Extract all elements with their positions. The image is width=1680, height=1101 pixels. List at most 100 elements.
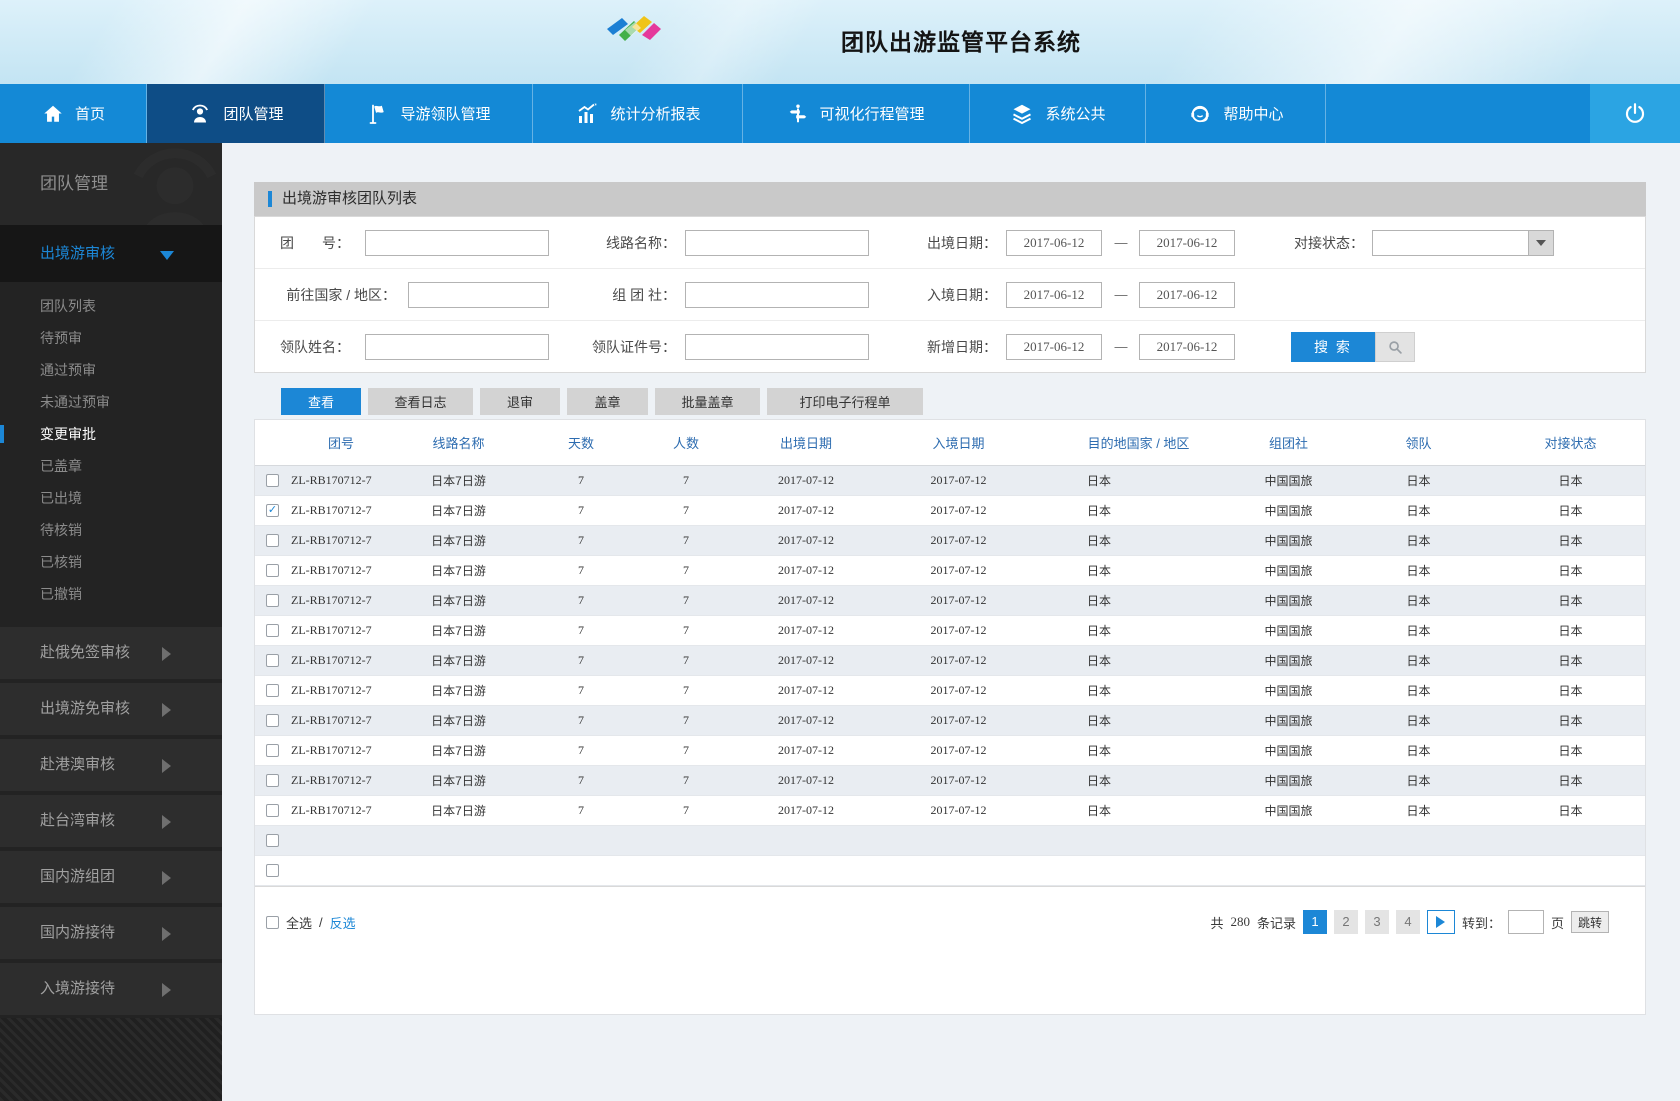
page-button[interactable]: 3 [1364,910,1389,934]
sidebar-item[interactable]: 通过预审 [0,354,222,386]
leader-name-input[interactable] [365,334,549,360]
added-date-from-input[interactable] [1006,334,1102,360]
search-button[interactable]: 搜 索 [1291,332,1375,362]
sidebar-group[interactable]: 赴港澳审核 [0,739,222,791]
sidebar-group-label: 入境游接待 [40,980,116,997]
action-button[interactable]: 查看日志 [368,388,473,415]
sidebar-group-outbound-audit[interactable]: 出境游审核 [0,225,222,282]
action-button[interactable]: 查看 [281,388,361,415]
nav-tab-flag[interactable]: 导游领队管理 [325,84,533,143]
page-button[interactable]: 2 [1333,910,1358,934]
cell: 7 [683,473,689,487]
chevron-down-icon [160,251,174,260]
row-checkbox[interactable] [266,594,279,607]
action-button[interactable]: 盖章 [567,388,648,415]
row-checkbox[interactable] [266,864,279,877]
row-checkbox[interactable] [266,804,279,817]
sidebar-item[interactable]: 团队列表 [0,290,222,322]
entry-date-from-input[interactable] [1006,282,1102,308]
sidebar-group[interactable]: 国内游接待 [0,907,222,959]
cell: 日本 [1558,774,1583,788]
sidebar-item[interactable]: 已盖章 [0,450,222,482]
table-row: ZL-RB170712-7 日本7日游 7 7 2017-07-12 2017-07-12… [255,586,1645,616]
cell: 7 [683,773,689,787]
destination-country-label: 前往国家 / 地区： [286,287,396,303]
table-row: ZL-RB170712-7 日本7日游 7 7 2017-07-12 2017-07-12… [255,466,1645,496]
depart-date-from-input[interactable] [1006,230,1102,256]
nav-tab-home[interactable]: 首页 [0,84,147,143]
page-title: 团队出游监管平台系统 [841,29,1081,55]
search-icon[interactable] [1375,332,1415,362]
sidebar-item[interactable]: 变更审批 [0,418,222,450]
nav-tab-team[interactable]: 团队管理 [147,84,325,143]
nav-tab-label: 系统公共 [1045,106,1106,123]
select-all-label[interactable]: 全选 [286,913,312,932]
row-checkbox[interactable] [266,624,279,637]
row-checkbox[interactable] [266,474,279,487]
added-date-label: 新增日期： [927,339,997,355]
destination-country-input[interactable] [408,282,549,308]
sidebar-group[interactable]: 赴台湾审核 [0,795,222,847]
sidebar-group[interactable]: 出境游免审核 [0,683,222,735]
team-icon [187,102,213,126]
cell: 7 [578,503,584,517]
row-checkbox[interactable] [266,534,279,547]
select-all-checkbox[interactable] [266,915,279,929]
entry-date-to-input[interactable] [1139,282,1235,308]
cell: 日本 [1406,744,1431,758]
route-name-input[interactable] [685,230,869,256]
nav-tab-layers[interactable]: 系统公共 [970,84,1146,143]
cell: 日本7日游 [431,534,486,548]
sidebar-item[interactable]: 已核销 [0,546,222,578]
row-checkbox-cell [255,594,291,607]
sidebar-group[interactable]: 入境游接待 [0,963,222,1015]
cell: 7 [578,713,584,727]
cell: 7 [578,773,584,787]
nav-tab-label: 可视化行程管理 [819,106,925,123]
row-checkbox-cell [255,714,291,727]
sidebar-group[interactable]: 赴俄免签审核 [0,627,222,679]
cell: 日本 [1087,474,1112,488]
sidebar-item[interactable]: 已出境 [0,482,222,514]
row-checkbox[interactable] [266,504,279,517]
row-checkbox[interactable] [266,564,279,577]
connect-status-label: 对接状态： [1294,235,1364,251]
goto-page-input[interactable] [1507,910,1544,934]
row-checkbox[interactable] [266,774,279,787]
nav-tab-label: 团队管理 [223,106,284,123]
cell: 中国国旅 [1264,654,1313,668]
nav-tab-route[interactable]: 可视化行程管理 [743,84,970,143]
row-checkbox[interactable] [266,834,279,847]
sidebar-item[interactable]: 待核销 [0,514,222,546]
action-button[interactable]: 批量盖章 [655,388,760,415]
action-button[interactable]: 退审 [480,388,560,415]
select-dropdown-button[interactable] [1528,231,1553,255]
nav-tab-chart[interactable]: 统计分析报表 [533,84,743,143]
cell: ZL-RB170712-7 [291,593,372,607]
jump-button[interactable]: 跳转 [1571,911,1609,933]
row-checkbox[interactable] [266,684,279,697]
logout-power-button[interactable] [1590,84,1680,143]
nav-tab-help[interactable]: 帮助中心 [1146,84,1326,143]
page-button[interactable]: 4 [1395,910,1420,934]
chart-icon [574,102,600,126]
row-checkbox[interactable] [266,654,279,667]
sidebar-item[interactable]: 待预审 [0,322,222,354]
connect-status-select[interactable] [1372,230,1554,256]
page-button[interactable]: 1 [1302,910,1327,934]
team-no-input[interactable] [365,230,549,256]
added-date-to-input[interactable] [1139,334,1235,360]
leader-id-input[interactable] [685,334,869,360]
agency-input[interactable] [685,282,869,308]
sidebar-item[interactable]: 已撤销 [0,578,222,610]
sidebar-group[interactable]: 国内游组团 [0,851,222,903]
action-button[interactable]: 打印电子行程单 [767,388,923,415]
sidebar-item[interactable]: 未通过预审 [0,386,222,418]
cell: 日本 [1406,534,1431,548]
invert-selection-link[interactable]: 反选 [330,913,356,932]
depart-date-to-input[interactable] [1139,230,1235,256]
row-checkbox[interactable] [266,714,279,727]
cell: 2017-07-12 [778,593,834,607]
next-page-button[interactable] [1426,910,1455,934]
row-checkbox[interactable] [266,744,279,757]
